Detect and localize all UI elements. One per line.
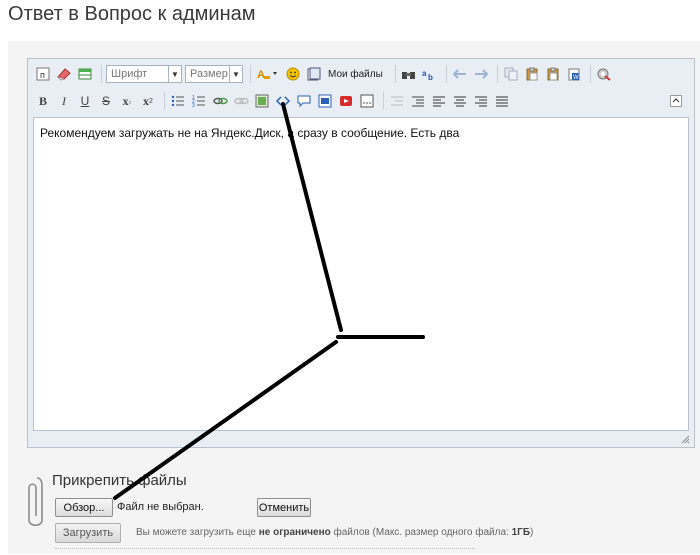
font-select-label: Шрифт — [111, 68, 148, 80]
align-left-icon[interactable] — [430, 92, 448, 110]
font-select[interactable]: Шрифт ▼ — [106, 65, 182, 83]
file-status: Файл не выбран. — [117, 501, 204, 513]
my-files-icon[interactable] — [305, 65, 323, 83]
video-icon[interactable] — [337, 92, 355, 110]
svg-text:A: A — [257, 69, 265, 81]
paperclip-icon — [28, 477, 43, 527]
align-right-icon[interactable] — [472, 92, 490, 110]
svg-text:b: b — [428, 73, 433, 81]
table-icon[interactable] — [76, 65, 94, 83]
toolbar-separator — [101, 65, 102, 83]
toolbar-separator — [589, 65, 591, 83]
upload-hint-prefix: Вы можете загрузить еще — [136, 527, 256, 538]
superscript-mark: 2 — [149, 97, 153, 105]
replace-icon[interactable]: ab — [421, 65, 439, 83]
toolbar-separator — [383, 92, 384, 110]
code-icon[interactable] — [274, 92, 292, 110]
eraser-icon[interactable] — [55, 65, 73, 83]
resize-grip-icon[interactable] — [680, 434, 690, 444]
undo-icon[interactable] — [451, 65, 469, 83]
bullet-list-icon[interactable] — [169, 92, 187, 110]
svg-text:3: 3 — [192, 103, 195, 108]
cancel-button[interactable]: Отменить — [257, 498, 311, 517]
size-select-label: Размер — [190, 68, 228, 80]
toolbar-separator — [496, 65, 498, 83]
source-icon[interactable]: п — [34, 65, 52, 83]
upload-hint-size: 1ГБ — [511, 527, 531, 538]
toolbar-separator — [250, 65, 251, 83]
paste-text-icon[interactable] — [544, 65, 562, 83]
svg-text:a: a — [422, 69, 427, 78]
upload-hint-middle: файлов (Макс. размер одного файла: — [333, 527, 509, 538]
paste-word-icon[interactable]: W — [565, 65, 583, 83]
upload-hint: Вы можете загрузить еще не ограничено фа… — [136, 527, 533, 538]
subscript-button[interactable]: x₂ — [118, 92, 136, 110]
redo-icon[interactable] — [472, 65, 490, 83]
browse-button[interactable]: Обзор... — [55, 498, 113, 517]
text-color-icon[interactable]: A — [255, 65, 281, 83]
upload-hint-suffix: ) — [530, 527, 534, 538]
copy-icon[interactable] — [502, 65, 520, 83]
link-icon[interactable] — [211, 92, 229, 110]
quote-icon[interactable] — [295, 92, 313, 110]
attach-files-label: Прикрепить файлы — [52, 472, 187, 489]
superscript-button[interactable]: x2 — [139, 92, 157, 110]
numbered-list-icon[interactable]: 123 — [190, 92, 208, 110]
align-justify-icon[interactable] — [493, 92, 511, 110]
paste-icon[interactable] — [523, 65, 541, 83]
toolbar-separator — [394, 65, 396, 83]
align-center-icon[interactable] — [451, 92, 469, 110]
chevron-down-icon: ▼ — [229, 66, 242, 82]
my-files-button[interactable]: Мои файлы — [328, 69, 383, 80]
underline-button[interactable]: U — [76, 92, 94, 110]
outdent-icon[interactable] — [388, 92, 406, 110]
toolbar-separator — [445, 65, 447, 83]
editor-content[interactable]: Рекомендуем загружать не на Яндекс.Диск,… — [40, 126, 459, 140]
indent-icon[interactable] — [409, 92, 427, 110]
toolbar-row-2: B I U S x₂ x2 123 — [34, 90, 688, 112]
svg-text:п: п — [40, 70, 45, 80]
toolbar-separator — [164, 92, 165, 110]
svg-text:W: W — [573, 75, 579, 81]
binoculars-icon[interactable] — [400, 65, 418, 83]
cut-icon[interactable] — [358, 92, 376, 110]
strike-button[interactable]: S — [97, 92, 115, 110]
collapse-toolbar-icon[interactable] — [667, 92, 685, 110]
image-icon[interactable] — [253, 92, 271, 110]
page-title: Ответ в Вопрос к админам — [8, 3, 256, 25]
upload-button[interactable]: Загрузить — [55, 523, 121, 543]
rich-text-editor: п Шрифт ▼ Размер ▼ A Мои файлы a b W B I… — [27, 58, 695, 448]
bold-button[interactable]: B — [34, 92, 52, 110]
settings-icon[interactable] — [595, 65, 613, 83]
toolbar-row-1: п Шрифт ▼ Размер ▼ A Мои файлы a b W — [34, 63, 616, 85]
size-select[interactable]: Размер ▼ — [185, 65, 243, 83]
editor-text-area[interactable]: Рекомендуем загружать не на Яндекс.Диск,… — [33, 117, 689, 431]
smiley-icon[interactable] — [284, 65, 302, 83]
subscript-mark: ₂ — [128, 97, 132, 105]
spoiler-icon[interactable] — [316, 92, 334, 110]
italic-button[interactable]: I — [55, 92, 73, 110]
chevron-down-icon: ▼ — [168, 66, 181, 82]
unlink-icon[interactable] — [232, 92, 250, 110]
upload-hint-limit: не ограничено — [258, 527, 331, 538]
